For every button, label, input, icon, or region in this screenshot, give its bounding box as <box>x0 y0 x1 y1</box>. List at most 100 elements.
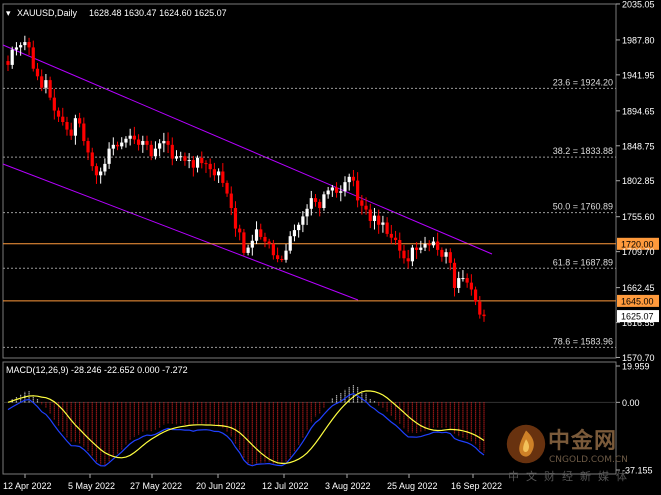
candle-body <box>183 156 187 161</box>
candle-body <box>174 156 179 159</box>
candle-body <box>326 190 330 195</box>
candle-body <box>132 135 136 140</box>
trend-channel[interactable] <box>2 44 493 301</box>
candle-body <box>330 187 334 191</box>
candle-body <box>368 209 372 221</box>
candle-body <box>31 47 35 69</box>
candle-body <box>14 47 19 50</box>
channel-lower-line[interactable] <box>2 163 359 301</box>
candle-body <box>250 240 254 248</box>
candle-body <box>23 42 27 46</box>
candle-body <box>385 222 389 234</box>
candle-body <box>212 169 217 176</box>
candle-body <box>233 208 238 229</box>
price-tick-label: 1616.55 <box>622 318 655 328</box>
candle-body <box>440 249 444 257</box>
fib-level-label: 50.0 = 1760.89 <box>553 202 613 212</box>
candle-body <box>238 228 242 233</box>
candle-body <box>145 141 149 145</box>
candle-body <box>254 229 259 241</box>
candle-body <box>313 198 318 202</box>
candle-body <box>94 166 99 176</box>
candle-body <box>141 141 145 145</box>
candle-body <box>208 163 212 170</box>
candle-body <box>149 144 153 157</box>
candle-body <box>377 215 381 225</box>
candle-body <box>136 139 141 145</box>
candle-body <box>166 141 170 145</box>
candle-body <box>436 241 440 250</box>
price-tick-label: 2035.05 <box>622 0 655 9</box>
price-tick-label: 1709.70 <box>622 247 655 257</box>
candle-body <box>406 258 410 262</box>
candle-body <box>305 208 309 217</box>
candle-body <box>19 45 23 48</box>
candle-body <box>347 176 351 183</box>
symbol-menu-icon[interactable]: ▾ <box>6 8 11 19</box>
candle-body <box>82 123 86 142</box>
candle-body <box>40 76 44 88</box>
candle-body <box>221 171 225 183</box>
price-chart[interactable]: 23.6 = 1924.20 38.2 = 1833.88 50.0 = 1760.… <box>0 0 661 495</box>
price-tick-label: 1941.95 <box>622 70 655 80</box>
candle-body <box>111 144 115 149</box>
candle-body <box>360 200 364 206</box>
candle-body <box>115 144 120 147</box>
candle-body <box>86 141 90 153</box>
candle-body <box>275 255 280 260</box>
candle-body <box>225 182 229 194</box>
candle-body <box>73 118 77 136</box>
candle-body <box>452 262 457 288</box>
candle-body <box>280 259 284 261</box>
candle-body <box>52 97 56 111</box>
date-tick-label: 16 Sep 2022 <box>451 481 502 491</box>
candle-body <box>271 243 275 256</box>
price-tick-label: 1802.85 <box>622 176 655 186</box>
candle-body <box>48 80 52 98</box>
price-tick-label: 1848.75 <box>622 141 655 151</box>
candle-body <box>478 301 482 315</box>
candle-body <box>389 233 393 238</box>
level-price-label: 1645.00 <box>621 296 654 306</box>
candle-body <box>288 236 292 251</box>
candle-body <box>217 171 221 176</box>
watermark-sub: 中文财经新媒体 <box>508 470 634 483</box>
candle-body <box>419 247 423 250</box>
macd-tick-label: 19.959 <box>622 362 650 372</box>
candle-body <box>259 229 263 237</box>
price-levels[interactable]: 23.6 = 1924.20 38.2 = 1833.88 50.0 = 1760.… <box>3 77 659 348</box>
candle-body <box>27 42 31 48</box>
candle-body <box>69 129 73 136</box>
candle-body <box>318 201 322 209</box>
channel-upper-line[interactable] <box>2 44 493 255</box>
candle-body <box>187 160 191 162</box>
candle-body <box>246 247 250 253</box>
date-tick-label: 12 Apr 2022 <box>3 481 52 491</box>
candle-body <box>343 182 347 192</box>
candle-body <box>170 144 174 159</box>
candle-body <box>444 252 448 257</box>
candle-body <box>427 243 431 246</box>
candle-body <box>393 237 398 240</box>
candle-body <box>263 236 267 242</box>
candle-body <box>356 180 360 201</box>
candle-body <box>322 194 326 209</box>
candle-body <box>431 241 436 246</box>
candle-body <box>153 148 158 157</box>
candle-body <box>61 116 65 122</box>
symbol-title: XAUUSD,Daily <box>17 8 78 18</box>
candle-body <box>162 141 166 144</box>
watermark-cn: 中金网 <box>548 429 618 454</box>
candle-body <box>65 122 69 130</box>
candle-body <box>482 314 486 317</box>
date-tick-label: 20 Jun 2022 <box>196 481 246 491</box>
date-tick-label: 12 Jul 2022 <box>262 481 309 491</box>
candle-body <box>309 198 313 209</box>
price-tick-label: 1755.60 <box>622 212 655 222</box>
candle-body <box>35 68 40 77</box>
candle-body <box>120 142 124 147</box>
candle-body <box>297 224 301 231</box>
candle-body <box>78 118 82 124</box>
ohlc-readout: 1628.48 1630.47 1624.60 1625.07 <box>89 8 227 18</box>
candle-body <box>10 49 14 65</box>
